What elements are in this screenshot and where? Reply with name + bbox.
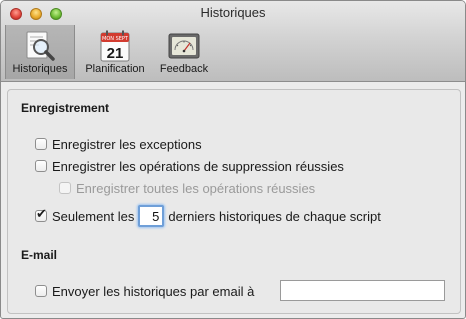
all-operations-checkbox (59, 182, 71, 194)
only-last-suffix: derniers historiques de chaque script (168, 208, 381, 224)
settings-panel: Enregistrement Enregistrer les exception… (7, 89, 461, 314)
log-magnifier-icon (26, 31, 55, 61)
recording-section-title: Enregistrement (21, 101, 110, 115)
exceptions-option[interactable]: Enregistrer les exceptions (35, 135, 202, 153)
all-operations-label: Enregistrer toutes les opérations réussi… (76, 180, 316, 196)
toolbar-item-historiques[interactable]: Historiques (5, 25, 75, 79)
send-email-option[interactable]: Envoyer les historiques par email à (35, 282, 254, 300)
only-last-checkbox[interactable] (35, 207, 47, 222)
toolbar-label-planification: Planification (85, 63, 145, 75)
calendar-day-text: 21 (107, 45, 124, 62)
deletions-label: Enregistrer les opérations de suppressio… (52, 158, 344, 174)
exceptions-checkbox[interactable] (35, 138, 47, 150)
send-email-label: Envoyer les historiques par email à (52, 283, 255, 299)
send-email-checkbox[interactable] (35, 285, 47, 297)
window-title: Historiques (200, 5, 266, 20)
deletions-option[interactable]: Enregistrer les opérations de suppressio… (35, 157, 344, 175)
calendar-header-text: MON SEPT (102, 36, 129, 42)
email-section-title: E-mail (21, 248, 58, 262)
history-count-input[interactable] (138, 205, 165, 227)
only-last-option[interactable]: Seulement les derniers historiques de ch… (35, 204, 381, 228)
gauge-meter-icon (168, 33, 200, 59)
toolbar-label-feedback: Feedback (159, 63, 209, 75)
email-address-input[interactable] (280, 280, 445, 301)
deletions-checkbox[interactable] (35, 160, 47, 172)
all-operations-option: Enregistrer toutes les opérations réussi… (59, 179, 315, 197)
title-bar: Historiques Historiques MON SEPT 21 Plan… (1, 1, 465, 82)
toolbar-item-planification[interactable]: MON SEPT 21 Planification (80, 25, 150, 79)
calendar-icon: MON SEPT 21 (100, 30, 130, 62)
toolbar-item-feedback[interactable]: Feedback (152, 25, 216, 79)
exceptions-label: Enregistrer les exceptions (52, 136, 202, 152)
toolbar-label-historiques: Historiques (12, 63, 68, 75)
only-last-prefix: Seulement les (52, 208, 135, 224)
preferences-window: Historiques Historiques MON SEPT 21 Plan… (0, 0, 466, 319)
